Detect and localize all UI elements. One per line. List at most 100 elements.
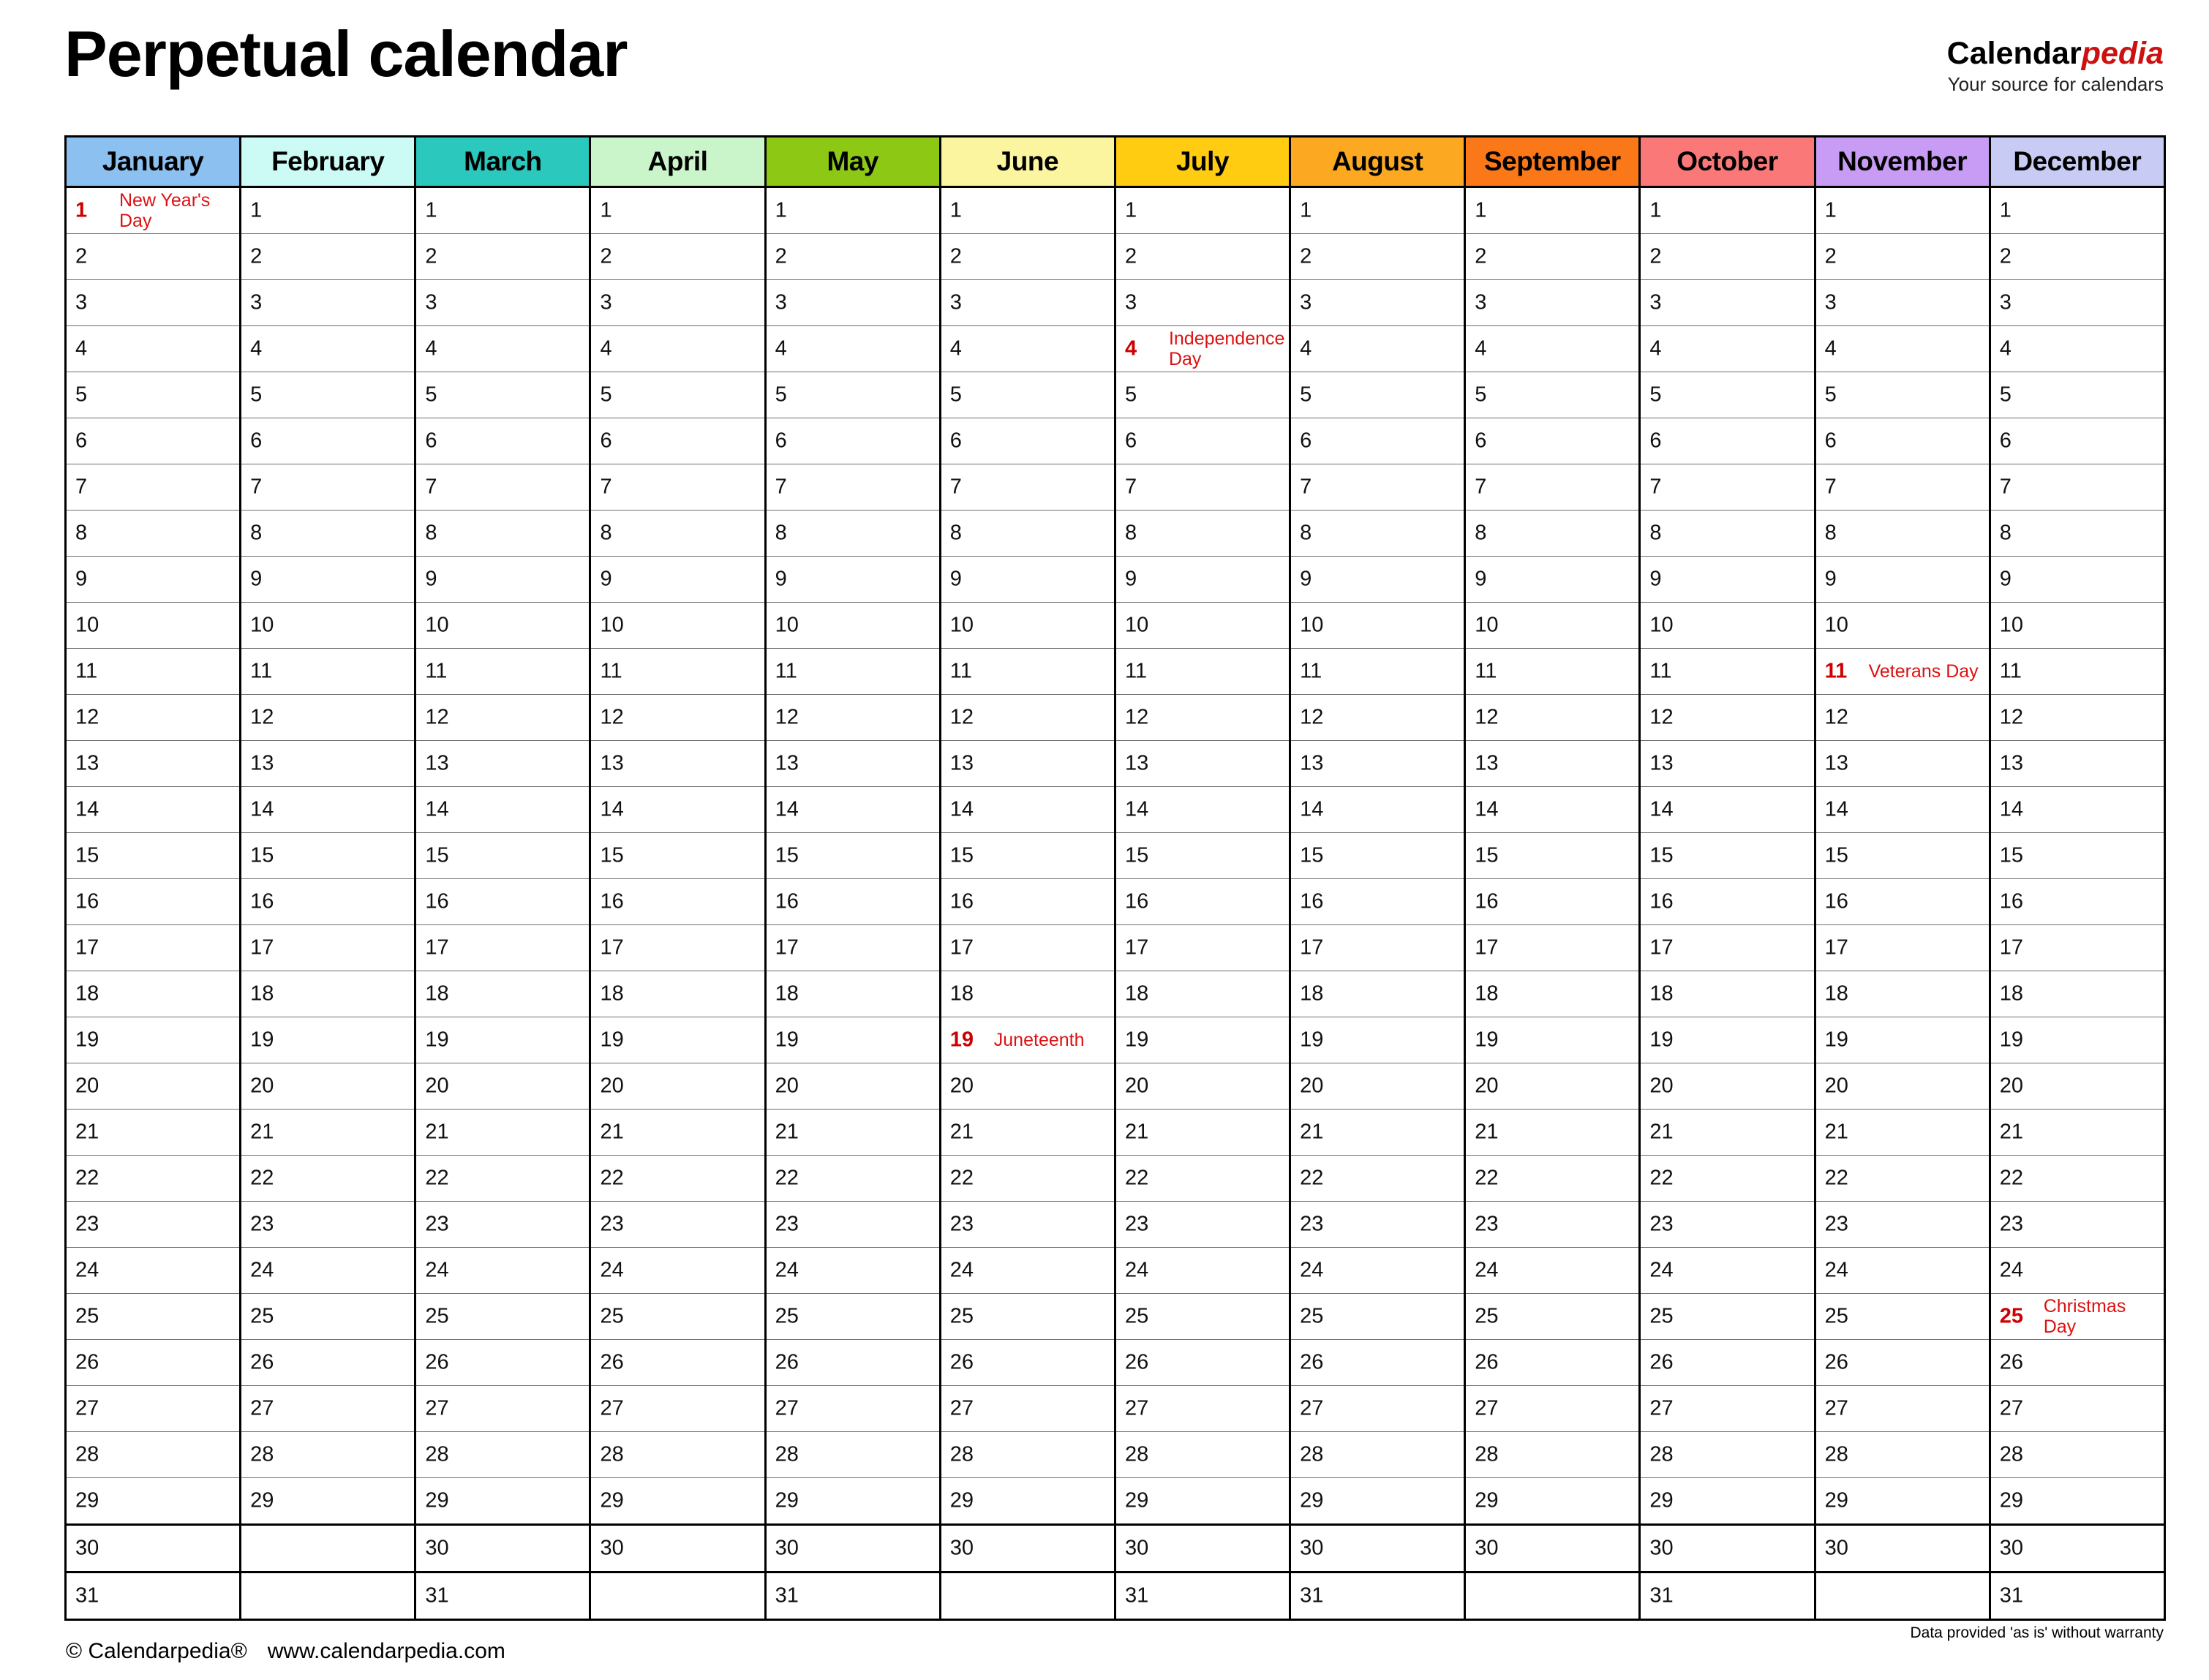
day-cell-january-6[interactable]: 6 [65, 418, 242, 464]
day-cell-may-24[interactable]: 24 [765, 1247, 941, 1294]
day-cell-august-11[interactable]: 11 [1290, 648, 1467, 695]
day-cell-march-18[interactable]: 18 [415, 971, 592, 1017]
day-cell-october-20[interactable]: 20 [1639, 1063, 1816, 1110]
day-cell-july-23[interactable]: 23 [1115, 1201, 1292, 1248]
day-cell-july-2[interactable]: 2 [1115, 233, 1292, 280]
day-cell-september-27[interactable]: 27 [1464, 1385, 1641, 1432]
day-cell-july-17[interactable]: 17 [1115, 924, 1292, 971]
day-cell-november-25[interactable]: 25 [1815, 1293, 1991, 1340]
day-cell-march-21[interactable]: 21 [415, 1109, 592, 1156]
day-cell-january-8[interactable]: 8 [65, 510, 242, 557]
day-cell-may-19[interactable]: 19 [765, 1017, 941, 1063]
day-cell-august-28[interactable]: 28 [1290, 1431, 1467, 1478]
day-cell-may-22[interactable]: 22 [765, 1155, 941, 1202]
day-cell-august-7[interactable]: 7 [1290, 464, 1467, 511]
day-cell-november-8[interactable]: 8 [1815, 510, 1991, 557]
day-cell-march-7[interactable]: 7 [415, 464, 592, 511]
day-cell-august-23[interactable]: 23 [1290, 1201, 1467, 1248]
day-cell-november-30[interactable]: 30 [1815, 1523, 1991, 1572]
website-link[interactable]: www.calendarpedia.com [268, 1639, 505, 1663]
day-cell-may-4[interactable]: 4 [765, 325, 941, 372]
day-cell-june-16[interactable]: 16 [940, 878, 1116, 925]
day-cell-october-17[interactable]: 17 [1639, 924, 1816, 971]
day-cell-september-26[interactable]: 26 [1464, 1339, 1641, 1386]
day-cell-june-11[interactable]: 11 [940, 648, 1116, 695]
day-cell-december-26[interactable]: 26 [1990, 1339, 2165, 1386]
day-cell-december-31[interactable]: 31 [1990, 1571, 2165, 1620]
day-cell-december-29[interactable]: 29 [1990, 1477, 2165, 1525]
day-cell-october-12[interactable]: 12 [1639, 694, 1816, 741]
day-cell-november-17[interactable]: 17 [1815, 924, 1991, 971]
day-cell-january-25[interactable]: 25 [65, 1293, 242, 1340]
day-cell-june-5[interactable]: 5 [940, 372, 1116, 418]
day-cell-august-31[interactable]: 31 [1290, 1571, 1467, 1620]
day-cell-november-9[interactable]: 9 [1815, 556, 1991, 603]
day-cell-april-29[interactable]: 29 [590, 1477, 767, 1525]
day-cell-july-7[interactable]: 7 [1115, 464, 1292, 511]
day-cell-july-10[interactable]: 10 [1115, 602, 1292, 649]
day-cell-july-8[interactable]: 8 [1115, 510, 1292, 557]
day-cell-november-21[interactable]: 21 [1815, 1109, 1991, 1156]
day-cell-february-20[interactable]: 20 [240, 1063, 417, 1110]
day-cell-october-22[interactable]: 22 [1639, 1155, 1816, 1202]
day-cell-march-28[interactable]: 28 [415, 1431, 592, 1478]
day-cell-september-2[interactable]: 2 [1464, 233, 1641, 280]
day-cell-november-27[interactable]: 27 [1815, 1385, 1991, 1432]
day-cell-august-22[interactable]: 22 [1290, 1155, 1467, 1202]
day-cell-august-13[interactable]: 13 [1290, 740, 1467, 787]
day-cell-february-9[interactable]: 9 [240, 556, 417, 603]
day-cell-september-10[interactable]: 10 [1464, 602, 1641, 649]
day-cell-june-3[interactable]: 3 [940, 279, 1116, 326]
day-cell-october-2[interactable]: 2 [1639, 233, 1816, 280]
day-cell-march-15[interactable]: 15 [415, 832, 592, 879]
day-cell-may-27[interactable]: 27 [765, 1385, 941, 1432]
day-cell-june-7[interactable]: 7 [940, 464, 1116, 511]
day-cell-december-14[interactable]: 14 [1990, 786, 2165, 833]
day-cell-july-21[interactable]: 21 [1115, 1109, 1292, 1156]
day-cell-december-8[interactable]: 8 [1990, 510, 2165, 557]
day-cell-october-3[interactable]: 3 [1639, 279, 1816, 326]
day-cell-june-21[interactable]: 21 [940, 1109, 1116, 1156]
day-cell-august-14[interactable]: 14 [1290, 786, 1467, 833]
day-cell-january-23[interactable]: 23 [65, 1201, 242, 1248]
day-cell-december-12[interactable]: 12 [1990, 694, 2165, 741]
day-cell-november-3[interactable]: 3 [1815, 279, 1991, 326]
day-cell-september-11[interactable]: 11 [1464, 648, 1641, 695]
day-cell-february-11[interactable]: 11 [240, 648, 417, 695]
day-cell-october-19[interactable]: 19 [1639, 1017, 1816, 1063]
day-cell-september-24[interactable]: 24 [1464, 1247, 1641, 1294]
day-cell-december-11[interactable]: 11 [1990, 648, 2165, 695]
day-cell-february-21[interactable]: 21 [240, 1109, 417, 1156]
day-cell-october-23[interactable]: 23 [1639, 1201, 1816, 1248]
day-cell-september-5[interactable]: 5 [1464, 372, 1641, 418]
day-cell-may-1[interactable]: 1 [765, 187, 941, 234]
day-cell-april-28[interactable]: 28 [590, 1431, 767, 1478]
day-cell-august-21[interactable]: 21 [1290, 1109, 1467, 1156]
day-cell-april-12[interactable]: 12 [590, 694, 767, 741]
day-cell-october-1[interactable]: 1 [1639, 187, 1816, 234]
day-cell-april-3[interactable]: 3 [590, 279, 767, 326]
day-cell-december-13[interactable]: 13 [1990, 740, 2165, 787]
day-cell-august-6[interactable]: 6 [1290, 418, 1467, 464]
day-cell-august-19[interactable]: 19 [1290, 1017, 1467, 1063]
day-cell-april-13[interactable]: 13 [590, 740, 767, 787]
day-cell-march-29[interactable]: 29 [415, 1477, 592, 1525]
day-cell-november-11[interactable]: 11 Veterans Day [1815, 648, 1991, 695]
day-cell-october-31[interactable]: 31 [1639, 1571, 1816, 1620]
day-cell-january-15[interactable]: 15 [65, 832, 242, 879]
day-cell-may-10[interactable]: 10 [765, 602, 941, 649]
day-cell-may-5[interactable]: 5 [765, 372, 941, 418]
day-cell-august-29[interactable]: 29 [1290, 1477, 1467, 1525]
day-cell-august-25[interactable]: 25 [1290, 1293, 1467, 1340]
day-cell-october-27[interactable]: 27 [1639, 1385, 1816, 1432]
day-cell-september-19[interactable]: 19 [1464, 1017, 1641, 1063]
day-cell-september-4[interactable]: 4 [1464, 325, 1641, 372]
day-cell-may-23[interactable]: 23 [765, 1201, 941, 1248]
day-cell-february-19[interactable]: 19 [240, 1017, 417, 1063]
day-cell-april-1[interactable]: 1 [590, 187, 767, 234]
day-cell-november-22[interactable]: 22 [1815, 1155, 1991, 1202]
day-cell-march-25[interactable]: 25 [415, 1293, 592, 1340]
day-cell-may-9[interactable]: 9 [765, 556, 941, 603]
day-cell-june-8[interactable]: 8 [940, 510, 1116, 557]
day-cell-april-8[interactable]: 8 [590, 510, 767, 557]
